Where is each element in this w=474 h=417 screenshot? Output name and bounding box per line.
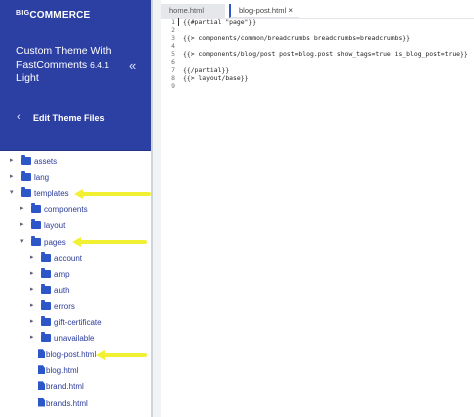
code-line[interactable]: 6 — [161, 58, 474, 66]
chevron-right-icon[interactable]: ▸ — [30, 318, 38, 326]
folder-icon — [21, 171, 31, 182]
arrow-shaft — [81, 192, 151, 196]
code-line[interactable]: 8 {{> layout/base}} — [161, 74, 474, 82]
editor-left-gutter — [153, 0, 161, 417]
arrow-shaft — [79, 240, 147, 244]
line-number: 8 — [171, 74, 175, 83]
tree-folder-errors[interactable]: ▸ errors — [0, 299, 151, 315]
tree-item-label: amp — [54, 269, 70, 279]
folder-icon — [41, 299, 51, 310]
line-number: 3 — [171, 34, 175, 43]
tab-blog-post-html[interactable]: blog-post.html × — [229, 4, 299, 18]
code-line[interactable]: 3 {{> components/common/breadcrumbs bread… — [161, 34, 474, 42]
tree-item-label: layout — [44, 221, 66, 231]
folder-icon — [41, 251, 51, 262]
folder-icon — [41, 283, 51, 294]
arrow-shaft — [103, 353, 147, 357]
bigcommerce-logo[interactable]: BIGCOMMERCE — [16, 10, 90, 21]
code-editor: home.html blog-post.html × 1 {{#partial "… — [161, 0, 474, 417]
tab-home-html[interactable]: home.html — [161, 4, 225, 18]
theme-variant: Light — [16, 72, 39, 84]
file-icon — [38, 349, 45, 359]
code-line[interactable]: 9 — [161, 82, 474, 90]
tree-folder-assets[interactable]: ▸ assets — [0, 154, 151, 170]
tree-item-label: templates — [34, 189, 69, 199]
line-number: 7 — [171, 66, 175, 75]
code-line[interactable]: 4 — [161, 42, 474, 50]
chevron-right-icon[interactable]: ▸ — [30, 302, 38, 310]
chevron-right-icon[interactable]: ▸ — [30, 270, 38, 278]
chevron-right-icon[interactable]: ▸ — [30, 286, 38, 294]
tree-folder-amp[interactable]: ▸ amp — [0, 267, 151, 283]
tree-folder-account[interactable]: ▸ account — [0, 251, 151, 267]
theme-title: Custom Theme With FastComments 6.4.1 Lig… — [16, 45, 112, 84]
chevron-right-icon[interactable]: ▸ — [20, 205, 28, 213]
tree-item-label: brand.html — [46, 382, 84, 392]
line-number: 2 — [171, 26, 175, 35]
tree-folder-auth[interactable]: ▸ auth — [0, 283, 151, 299]
editor-tab-bar: home.html blog-post.html × — [161, 4, 474, 18]
chevron-left-icon: ‹ — [17, 111, 21, 123]
chevron-right-icon[interactable]: ▸ — [30, 334, 38, 342]
code-text: {{#partial "page"}} — [183, 18, 257, 26]
tree-file-brand-html[interactable]: brand.html — [0, 379, 151, 395]
tree-file-brands-html[interactable]: brands.html — [0, 396, 151, 412]
chevron-right-icon[interactable]: ▸ — [20, 221, 28, 229]
tree-folder-gift-certificate[interactable]: ▸ gift-certificate — [0, 315, 151, 331]
folder-icon — [31, 219, 41, 230]
code-line[interactable]: 7 {{/partial}} — [161, 66, 474, 74]
tree-folder-lang[interactable]: ▸ lang — [0, 170, 151, 186]
folder-icon — [31, 235, 41, 246]
code-text: {{/partial}} — [183, 66, 230, 75]
tree-file-blog-html[interactable]: blog.html — [0, 363, 151, 379]
tree-item-label: account — [54, 253, 83, 263]
tree-item-label: brands.html — [46, 398, 88, 408]
folder-icon — [41, 332, 51, 343]
text-cursor — [178, 18, 179, 26]
collapse-sidebar-icon[interactable]: « — [129, 58, 136, 73]
chevron-down-icon[interactable]: ▾ — [20, 238, 28, 246]
folder-icon — [21, 155, 31, 165]
theme-version: 6.4.1 — [90, 59, 110, 70]
tree-item-label: gift-certificate — [54, 318, 102, 327]
folder-icon — [41, 316, 51, 326]
folder-icon — [21, 187, 31, 198]
tree-folder-unavailable[interactable]: ▸ unavailable — [0, 331, 151, 347]
tree-item-label: pages — [44, 237, 66, 247]
line-number: 1 — [171, 18, 175, 26]
folder-icon — [31, 203, 41, 214]
code-text: {{> layout/base}} — [183, 74, 249, 83]
chevron-right-icon[interactable]: ▸ — [10, 173, 18, 181]
code-area[interactable]: 1 {{#partial "page"}} 2 3 {{> components/com… — [161, 18, 474, 90]
chevron-down-icon[interactable]: ▾ — [10, 189, 18, 197]
folder-icon — [41, 267, 51, 278]
code-text: {{> components/blog/post post=blog.post … — [183, 50, 468, 59]
file-icon — [38, 397, 45, 407]
tree-item-label: assets — [34, 157, 58, 166]
line-number: 6 — [171, 58, 175, 67]
file-icon — [38, 365, 45, 375]
tree-folder-components[interactable]: ▸ components — [0, 202, 151, 218]
chevron-right-icon[interactable]: ▸ — [30, 254, 38, 262]
tree-item-label: errors — [54, 301, 75, 311]
edit-theme-files-back-button[interactable]: ‹ Edit Theme Files — [0, 106, 151, 130]
line-number: 4 — [171, 42, 175, 51]
code-line[interactable]: 1 {{#partial "page"}} — [161, 18, 474, 26]
close-tab-icon[interactable]: × — [288, 4, 293, 18]
code-line[interactable]: 2 — [161, 26, 474, 34]
tree-folder-layout[interactable]: ▸ layout — [0, 218, 151, 234]
tree-item-label: unavailable — [54, 334, 95, 344]
file-icon — [38, 381, 45, 391]
tree-item-label: components — [44, 205, 88, 215]
tree-item-label: lang — [34, 173, 50, 183]
code-text: {{> components/common/breadcrumbs breadc… — [183, 34, 411, 43]
line-number: 9 — [171, 82, 175, 91]
tree-item-label: blog-post.html — [46, 350, 97, 360]
tree-item-label: blog.html — [46, 366, 79, 376]
tree-item-label: auth — [54, 285, 70, 295]
line-number: 5 — [171, 50, 175, 59]
code-line[interactable]: 5 {{> components/blog/post post=blog.post… — [161, 50, 474, 58]
chevron-right-icon[interactable]: ▸ — [10, 157, 18, 165]
sidebar-header: BIGCOMMERCE Custom Theme With FastCommen… — [0, 0, 151, 151]
